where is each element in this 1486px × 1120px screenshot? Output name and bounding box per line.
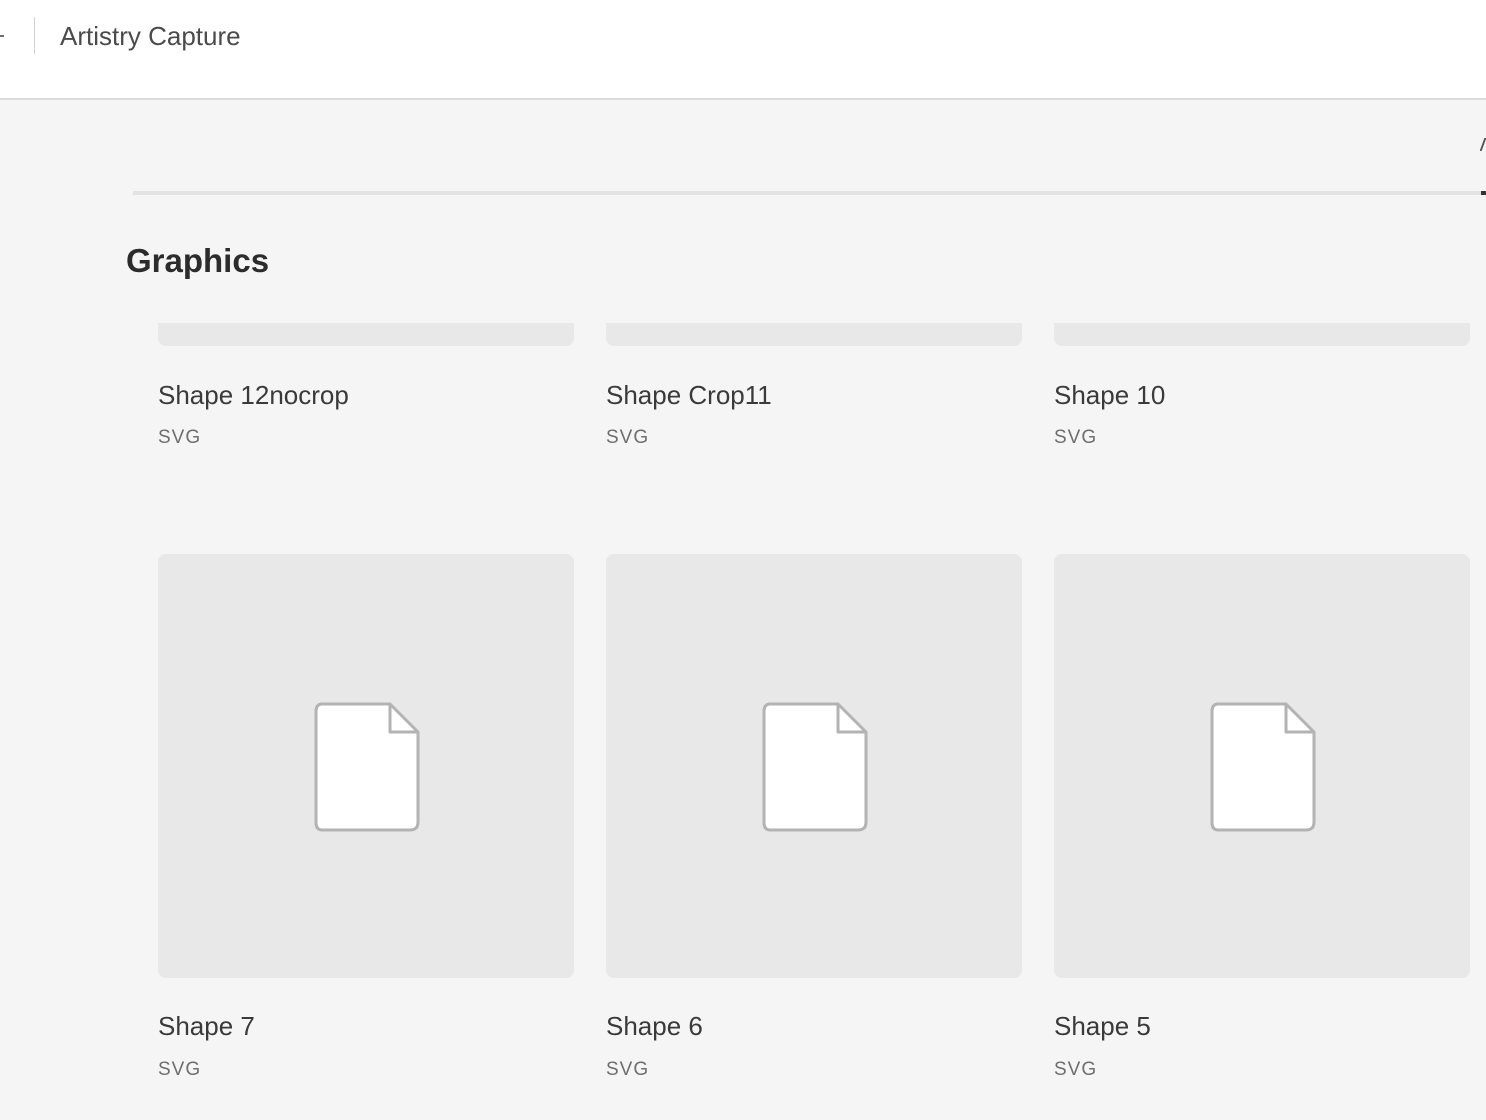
tabs-divider	[133, 191, 1486, 195]
asset-type: SVG	[1054, 427, 1098, 448]
asset-thumbnail[interactable]	[606, 554, 1022, 978]
asset-thumbnail[interactable]	[606, 323, 1022, 346]
asset-thumbnail[interactable]	[158, 554, 574, 978]
file-icon	[314, 702, 420, 832]
asset-name[interactable]: Shape Crop11	[606, 378, 772, 412]
asset-name[interactable]: Shape 6	[606, 1009, 703, 1043]
file-icon	[762, 702, 868, 832]
asset-type: SVG	[1054, 1059, 1098, 1080]
app-header: Artistry Capture	[0, 0, 1486, 100]
asset-type: SVG	[606, 1059, 650, 1080]
tab-label-cut-off[interactable]	[1480, 136, 1486, 154]
app-title: Artistry Capture	[60, 21, 241, 51]
asset-type: SVG	[158, 1059, 202, 1080]
asset-thumbnail[interactable]	[1054, 323, 1470, 346]
asset-name[interactable]: Shape 5	[1054, 1009, 1151, 1043]
asset-name[interactable]: Shape 12nocrop	[158, 378, 349, 412]
asset-thumbnail[interactable]	[158, 323, 574, 346]
header-divider	[34, 17, 35, 54]
asset-type: SVG	[606, 427, 650, 448]
asset-name[interactable]: Shape 7	[158, 1009, 255, 1043]
file-icon	[1210, 702, 1316, 832]
asset-thumbnail[interactable]	[1054, 554, 1470, 978]
back-arrow-icon[interactable]	[0, 35, 4, 37]
section-title: Graphics	[126, 242, 270, 279]
active-tab-indicator	[1481, 191, 1486, 195]
asset-name[interactable]: Shape 10	[1054, 378, 1165, 412]
asset-type: SVG	[158, 427, 202, 448]
